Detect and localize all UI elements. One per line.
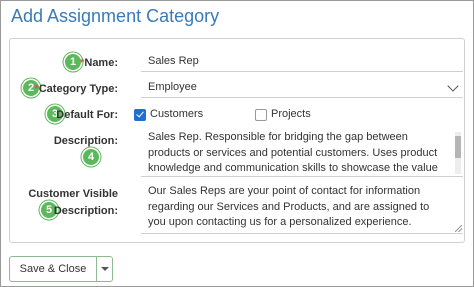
- save-options-dropdown-button[interactable]: [97, 257, 112, 281]
- name-label-text: Name:: [84, 57, 118, 69]
- customer-visible-label-line1: Customer Visible: [28, 188, 118, 200]
- chevron-down-icon: [447, 80, 459, 92]
- scrollbar-thumb[interactable]: [455, 136, 461, 158]
- category-type-value: Employee: [148, 81, 197, 93]
- category-type-label-text: Category Type:: [38, 83, 118, 95]
- customer-visible-label-line2: Description:: [53, 205, 118, 217]
- save-close-button[interactable]: Save & Close: [10, 257, 97, 281]
- page-title: Add Assignment Category: [11, 6, 220, 26]
- projects-checkbox[interactable]: [255, 109, 267, 121]
- description-textarea[interactable]: Sales Rep. Responsible for bridging the …: [141, 130, 463, 177]
- description-label: Description:: [53, 135, 118, 147]
- description-text: Sales Rep. Responsible for bridging the …: [148, 131, 438, 174]
- default-for-label: Default For:: [56, 109, 118, 121]
- name-label: *Name:: [80, 57, 118, 69]
- category-type-label: *Category Type:: [34, 83, 118, 95]
- projects-checkbox-label: Projects: [271, 108, 311, 120]
- callout-badge-1: 1: [65, 54, 81, 70]
- description-scrollbar[interactable]: [455, 132, 461, 174]
- name-field[interactable]: Sales Rep: [141, 53, 463, 72]
- customer-visible-description-textarea[interactable]: Our Sales Reps are your point of contact…: [141, 184, 463, 234]
- customer-visible-description-text: Our Sales Reps are your point of contact…: [148, 185, 430, 228]
- form-panel: 1 *Name: Sales Rep 2 *Category Type: Emp…: [9, 38, 465, 243]
- customers-checkbox[interactable]: [134, 109, 146, 121]
- callout-badge-4: 4: [83, 149, 99, 165]
- save-button-group: Save & Close: [9, 256, 113, 282]
- category-type-select[interactable]: Employee: [141, 79, 463, 98]
- customers-checkbox-label: Customers: [150, 108, 204, 120]
- resize-handle[interactable]: [455, 225, 462, 232]
